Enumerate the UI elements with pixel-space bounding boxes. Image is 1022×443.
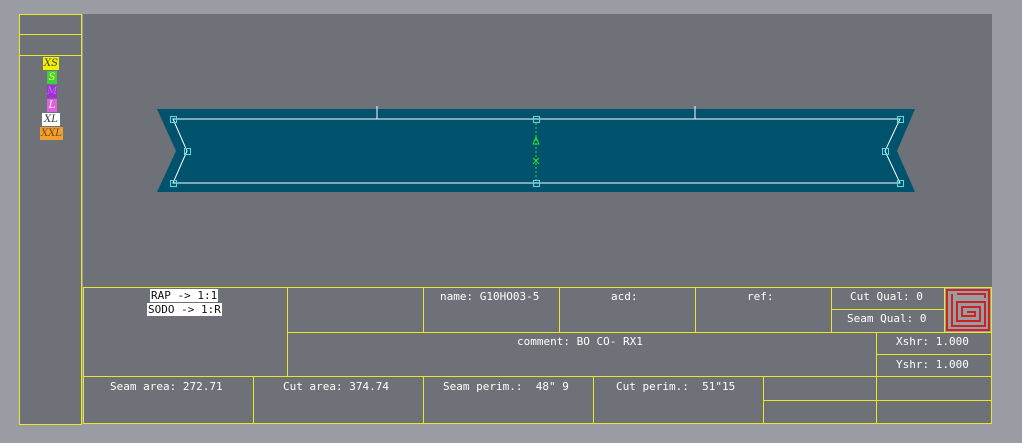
extra-cell-top: [763, 376, 877, 401]
comment-label: comment: BO CO- RX1: [517, 335, 643, 348]
extra-cell-right-top: [876, 376, 992, 401]
cut-area-label: Cut area: 374.74: [283, 380, 389, 393]
acd-label: acd:: [611, 290, 638, 303]
rap-label: RAP -> 1:1: [150, 289, 219, 302]
extra-cell-bottom: [763, 400, 877, 424]
seam-qual-label: Seam Qual: 0: [847, 312, 927, 325]
yshr-label: Yshr: 1.000: [896, 358, 969, 371]
seam-area-label: Seam area: 272.71: [110, 380, 223, 393]
xshr-label: Xshr: 1.000: [896, 335, 969, 348]
cut-qual-label: Cut Qual: 0: [850, 290, 923, 303]
cut-perim-label: Cut perim.: 51"15: [616, 380, 736, 393]
name-label: name: G10HO03-5: [440, 290, 540, 303]
seam-perim-label: Seam perim.: 48" 9: [443, 380, 569, 393]
extra-cell-right-bottom: [876, 400, 992, 424]
app-logo-icon: [945, 288, 991, 332]
sodo-label: SODO -> 1:R: [147, 303, 222, 316]
ref-label: ref:: [747, 290, 774, 303]
blank-cell: [287, 287, 424, 333]
